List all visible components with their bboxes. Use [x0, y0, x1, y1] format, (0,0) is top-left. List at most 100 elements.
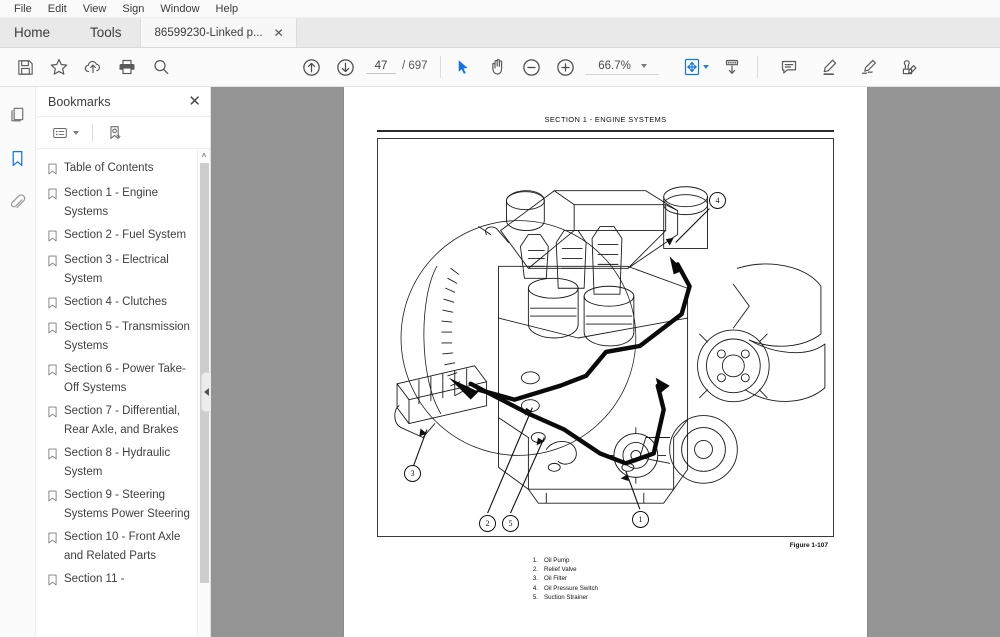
- menu-item-view[interactable]: View: [75, 0, 115, 18]
- new-bookmark-button[interactable]: [103, 121, 127, 145]
- bookmark-item[interactable]: Section 5 - Transmission Systems: [36, 316, 210, 358]
- star-icon[interactable]: [42, 52, 76, 82]
- cloud-upload-icon[interactable]: [76, 52, 110, 82]
- toolbar-page-nav-group: / 697: [294, 52, 428, 82]
- bookmarks-list[interactable]: Table of Contents Section 1 - Engine Sys…: [36, 149, 210, 637]
- page-header-rule: [377, 130, 834, 132]
- zoom-level-selector[interactable]: 66.7%: [584, 60, 659, 75]
- bookmark-label: Section 6 - Power Take-Off Systems: [64, 363, 186, 394]
- toolbar-fit-group: [675, 52, 749, 82]
- page-total-label: / 697: [402, 60, 428, 72]
- chevron-down-icon[interactable]: [73, 130, 79, 135]
- acrobat-window: File Edit View Sign Window Help Home Too…: [0, 0, 1000, 637]
- tab-document[interactable]: 86599230-Linked p... ✕: [139, 18, 297, 47]
- bookmark-item[interactable]: Section 9 - Steering Systems Power Steer…: [36, 484, 210, 526]
- panel-toolbar-divider: [92, 123, 93, 142]
- bookmark-label: Section 10 - Front Axle and Related Part…: [64, 531, 181, 562]
- bookmark-icon: [48, 447, 57, 465]
- bookmark-item[interactable]: Section 10 - Front Axle and Related Part…: [36, 526, 210, 568]
- legend-item: 3. Oil Filter: [529, 574, 834, 583]
- tab-tools[interactable]: Tools: [72, 18, 140, 47]
- bookmark-icon: [48, 296, 57, 314]
- menu-item-window[interactable]: Window: [152, 0, 207, 18]
- tab-document-label: 86599230-Linked p...: [154, 26, 263, 39]
- page-display-mode-icon[interactable]: [715, 52, 749, 82]
- bookmark-label: Section 5 - Transmission Systems: [64, 321, 190, 352]
- zoom-in-icon[interactable]: [549, 52, 583, 82]
- figure-number-label: Figure 1-107: [789, 542, 828, 549]
- bookmark-icon: [48, 162, 57, 180]
- bookmark-item[interactable]: Section 2 - Fuel System: [36, 224, 210, 249]
- bookmark-label: Section 4 - Clutches: [64, 296, 167, 308]
- legend-number: 2.: [532, 566, 538, 574]
- print-icon[interactable]: [110, 52, 144, 82]
- bookmark-item[interactable]: Section 7 - Differential, Rear Axle, and…: [36, 400, 210, 442]
- bookmark-item[interactable]: Section 1 - Engine Systems: [36, 182, 210, 224]
- bookmark-icon: [48, 187, 57, 205]
- toolbar-divider-1: [439, 56, 441, 78]
- bookmarks-icon[interactable]: [4, 145, 32, 171]
- bookmark-icon: [48, 405, 57, 423]
- legend-number: 3.: [532, 575, 538, 583]
- menu-bar: File Edit View Sign Window Help: [0, 0, 1000, 18]
- page-thumbnails-icon[interactable]: [4, 101, 32, 127]
- workspace: Bookmarks ✕ Table of Contents Section 1 …: [0, 87, 1000, 637]
- hand-tool-icon[interactable]: [481, 52, 515, 82]
- chevron-down-icon[interactable]: [640, 63, 647, 68]
- fit-page-dropdown[interactable]: [702, 65, 709, 69]
- legend-item: 5. Suction Strainer: [529, 593, 834, 602]
- bookmark-label: Section 9 - Steering Systems Power Steer…: [64, 489, 190, 520]
- tab-strip-filler: [296, 18, 1000, 47]
- callout-marker-1: 1: [632, 511, 649, 528]
- bookmark-icon: [48, 229, 57, 247]
- toolbar-file-group: [0, 52, 178, 82]
- page-number-input[interactable]: [366, 60, 396, 74]
- legend-number: 5.: [532, 593, 538, 601]
- scroll-up-icon[interactable]: ˄: [198, 149, 210, 162]
- menu-item-edit[interactable]: Edit: [40, 0, 75, 18]
- menu-item-sign[interactable]: Sign: [114, 0, 152, 18]
- search-icon[interactable]: [144, 52, 178, 82]
- bookmark-item[interactable]: Table of Contents: [36, 157, 210, 182]
- bookmark-label: Section 8 - Hydraulic System: [64, 447, 171, 478]
- bookmark-label: Section 3 - Electrical System: [64, 254, 169, 285]
- tab-home[interactable]: Home: [0, 18, 73, 47]
- select-tool-icon[interactable]: [447, 52, 481, 82]
- callout-marker-3: 3: [404, 465, 421, 482]
- save-icon[interactable]: [8, 52, 42, 82]
- stamp-icon[interactable]: [892, 52, 926, 82]
- callout-marker-4: 4: [709, 192, 726, 209]
- legend-item: 2. Relief Valve: [529, 565, 834, 574]
- bookmarks-panel-toolbar: [36, 117, 210, 149]
- navigation-rail: [0, 87, 36, 637]
- toolbar-annotation-group: [772, 52, 926, 82]
- bookmark-label: Table of Contents: [64, 162, 154, 174]
- zoom-out-icon[interactable]: [515, 52, 549, 82]
- bookmark-item[interactable]: Section 4 - Clutches: [36, 291, 210, 316]
- page-indicator: / 697: [366, 60, 428, 74]
- legend-number: 1.: [532, 557, 538, 564]
- menu-item-file[interactable]: File: [6, 0, 40, 18]
- document-viewer[interactable]: SECTION 1 - ENGINE SYSTEMS 4 3 2 5 1 Fig…: [211, 87, 1000, 637]
- legend-item: 1. Oil Pump: [529, 556, 834, 565]
- menu-item-help[interactable]: Help: [208, 0, 247, 18]
- comment-icon[interactable]: [772, 52, 806, 82]
- previous-page-icon[interactable]: [294, 52, 328, 82]
- close-icon[interactable]: ✕: [272, 26, 286, 40]
- bookmark-item[interactable]: Section 11 -: [36, 568, 210, 593]
- next-page-icon[interactable]: [328, 52, 362, 82]
- bookmark-icon: [48, 363, 57, 381]
- collapse-panel-handle[interactable]: [201, 372, 211, 412]
- bookmarks-panel: Bookmarks ✕ Table of Contents Section 1 …: [36, 87, 211, 637]
- bookmark-item[interactable]: Section 6 - Power Take-Off Systems: [36, 358, 210, 400]
- bookmark-options-button[interactable]: [48, 121, 82, 145]
- attachments-icon[interactable]: [4, 189, 32, 215]
- highlight-icon[interactable]: [812, 52, 846, 82]
- close-icon[interactable]: ✕: [188, 94, 201, 109]
- bookmark-item[interactable]: Section 3 - Electrical System: [36, 249, 210, 291]
- bookmark-item[interactable]: Section 8 - Hydraulic System: [36, 442, 210, 484]
- legend-label: Oil Pump: [544, 557, 570, 564]
- bookmark-icon: [48, 573, 57, 591]
- legend-label: Oil Pressure Switch: [544, 584, 598, 592]
- sign-icon[interactable]: [852, 52, 886, 82]
